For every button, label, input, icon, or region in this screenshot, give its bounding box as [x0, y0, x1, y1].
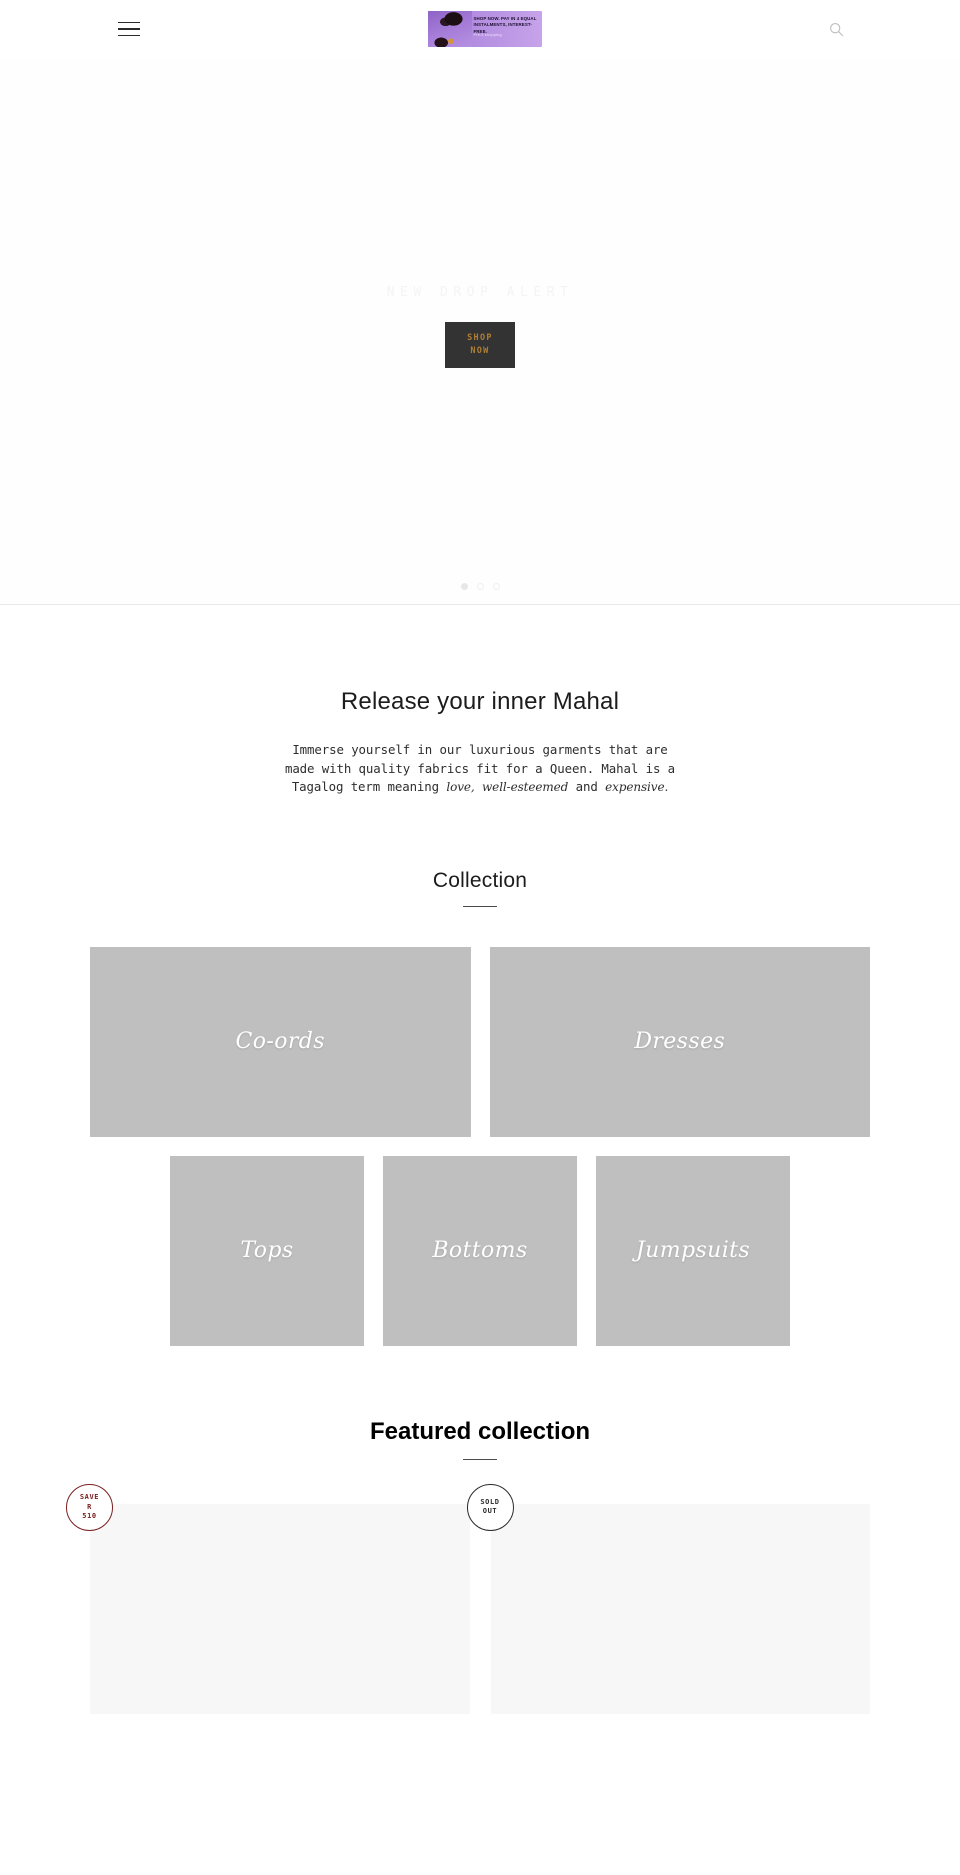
intro-italic-expensive: expensive. [605, 780, 669, 795]
badge-line-1: SAVE [79, 1493, 100, 1502]
sold-out-badge: SOLD OUT [466, 1483, 514, 1531]
promo-subtext: Pre-k shopping [473, 32, 502, 37]
badge-line-3: 510 [82, 1512, 97, 1521]
page-root: SHOP NOW. PAY IN 4 EQUAL INSTALMENTS, IN… [0, 0, 960, 1875]
slideshow-dot-3[interactable] [492, 583, 500, 590]
intro-paragraph: Immerse yourself in our luxurious garmen… [280, 741, 680, 797]
collection-tile-label: Co-ords [235, 1029, 325, 1055]
site-header: SHOP NOW. PAY IN 4 EQUAL INSTALMENTS, IN… [0, 0, 960, 58]
collection-tile-label: Jumpsuits [635, 1238, 751, 1264]
intro-italic-love: love, [446, 780, 475, 795]
promo-model-image [427, 11, 472, 47]
hero-slideshow: NEW DROP ALERT SHOP NOW [0, 58, 960, 605]
collection-tile-dresses[interactable]: Dresses [489, 946, 870, 1137]
collection-title: Collection [432, 868, 528, 892]
hamburger-bar [118, 28, 140, 30]
collection-tile-label: Tops [240, 1238, 294, 1264]
shop-now-line-2: NOW [470, 345, 490, 356]
slideshow-pagination [0, 583, 960, 590]
collection-title-rule [463, 905, 497, 907]
hamburger-menu-icon[interactable] [118, 21, 140, 37]
collection-tile-tops[interactable]: Tops [170, 1155, 364, 1346]
featured-title: Featured collection [369, 1417, 591, 1445]
collection-row-top: Co-ords Dresses [90, 946, 870, 1137]
intro-italic-esteemed: well-esteemed [482, 780, 569, 795]
product-card[interactable]: SOLD OUT [466, 1483, 870, 1714]
slideshow-dot-1[interactable] [460, 583, 468, 590]
collection-row-bottom: Tops Bottoms Jumpsuits [90, 1155, 870, 1346]
collection-section-header: Collection [0, 869, 960, 907]
collection-tile-bottoms[interactable]: Bottoms [383, 1155, 577, 1346]
hamburger-bar [118, 21, 140, 23]
collection-grid: Co-ords Dresses Tops Bottoms Jumpsuits [0, 946, 960, 1346]
collection-tile-coords[interactable]: Co-ords [90, 946, 471, 1137]
klarna-promo-banner[interactable]: SHOP NOW. PAY IN 4 EQUAL INSTALMENTS, IN… [427, 11, 542, 47]
collection-tile-jumpsuits[interactable]: Jumpsuits [596, 1155, 790, 1346]
badge-line-2: R [87, 1502, 92, 1511]
save-badge: SAVE R 510 [66, 1483, 113, 1531]
hero-content: NEW DROP ALERT SHOP NOW [387, 285, 574, 368]
badge-line-1: SOLD [480, 1497, 500, 1506]
hamburger-bar [118, 35, 140, 37]
product-image[interactable] [90, 1503, 470, 1714]
featured-product-grid: SAVE R 510 SOLD OUT [0, 1483, 960, 1714]
product-card[interactable]: SAVE R 510 [66, 1483, 470, 1714]
intro-and: and [568, 779, 606, 795]
collection-tile-label: Dresses [634, 1029, 726, 1055]
brand-intro-section: Release your inner Mahal Immerse yoursel… [0, 605, 960, 797]
featured-section-header: Featured collection [0, 1418, 960, 1460]
search-icon[interactable] [829, 22, 844, 37]
intro-heading: Release your inner Mahal [340, 688, 620, 715]
shop-now-button[interactable]: SHOP NOW [444, 321, 515, 368]
badge-line-2: OUT [482, 1507, 498, 1516]
shop-now-line-1: SHOP [467, 332, 493, 343]
collection-tile-label: Bottoms [432, 1238, 528, 1264]
hero-eyebrow-text: NEW DROP ALERT [386, 284, 574, 300]
product-image[interactable] [490, 1503, 870, 1714]
slideshow-dot-2[interactable] [476, 583, 484, 590]
featured-title-rule [463, 1458, 497, 1460]
